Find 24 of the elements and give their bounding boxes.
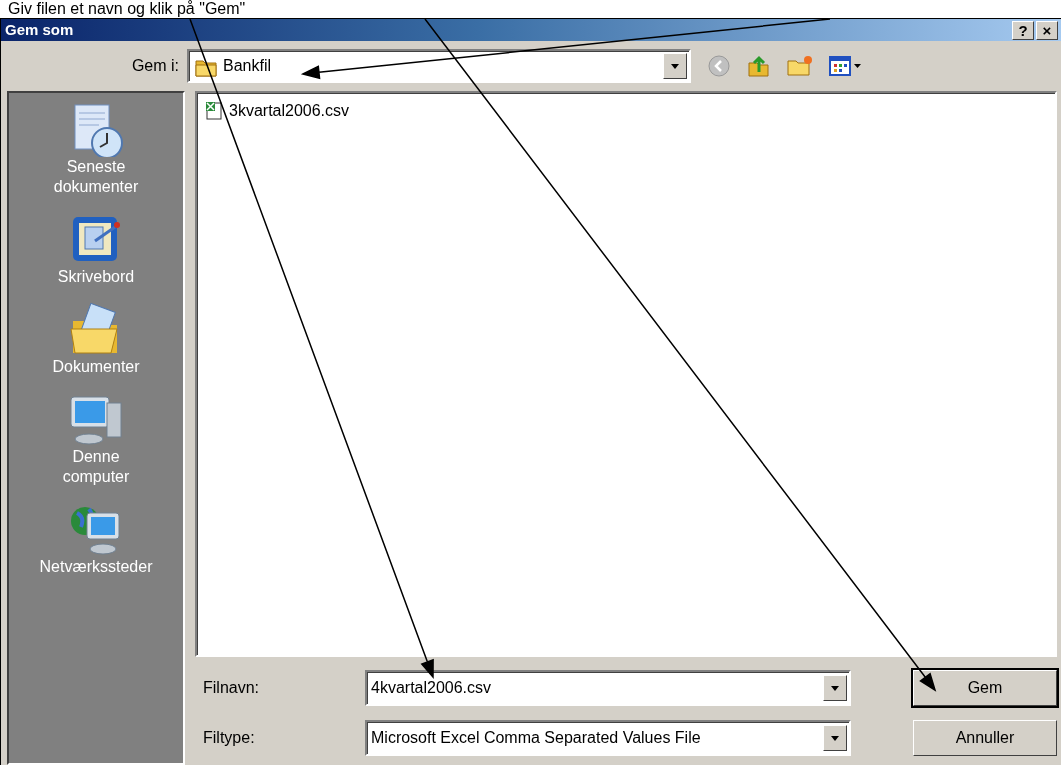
instruction-text: Giv filen et navn og klik på "Gem" xyxy=(7,0,247,18)
places-item[interactable]: Denne computer xyxy=(62,391,130,487)
save-button[interactable]: Gem xyxy=(913,670,1057,706)
window-title: Gem som xyxy=(5,19,75,40)
places-item[interactable]: Skrivebord xyxy=(57,211,135,287)
places-item[interactable]: Seneste dokumenter xyxy=(53,101,139,197)
folder-name: Bankfil xyxy=(223,56,272,76)
places-item[interactable]: Netværkssteder xyxy=(39,501,153,577)
field-label: Gem i: xyxy=(130,56,180,76)
file-name[interactable]: 3kvartal2006.csv xyxy=(229,99,350,123)
cancel-button[interactable]: Annuller xyxy=(913,720,1057,756)
folder-up-icon[interactable] xyxy=(747,54,771,78)
view-menu-icon[interactable] xyxy=(829,54,863,78)
places-item[interactable]: Dokumenter xyxy=(52,301,140,377)
spreadsheet-file-icon xyxy=(205,101,225,121)
back-icon[interactable] xyxy=(707,54,731,78)
field-label: Filtype: xyxy=(202,728,256,748)
filetype-dropdown[interactable]: Microsoft Excel Comma Separated Values File xyxy=(365,720,851,756)
filename-field[interactable]: 4kvartal2006.csv xyxy=(365,670,851,706)
folder-dropdown[interactable]: Bankfil xyxy=(187,49,691,83)
field-label: Filnavn: xyxy=(202,678,261,698)
close-button[interactable]: × xyxy=(1036,20,1058,40)
new-folder-icon[interactable] xyxy=(787,54,813,78)
help-button[interactable]: ? xyxy=(1012,20,1034,40)
